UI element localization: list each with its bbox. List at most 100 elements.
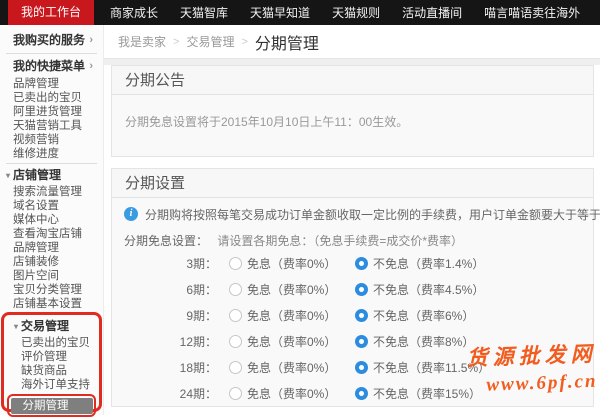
topnav-item[interactable]: 喵言喵语	[484, 4, 532, 21]
sidebar-item[interactable]: 品牌管理	[0, 241, 103, 255]
breadcrumb-trade-management[interactable]: 交易管理	[186, 33, 234, 50]
sidebar-item[interactable]: 天猫营销工具	[0, 119, 103, 133]
radio-option-label: 不免息（费率4.5%）	[373, 281, 484, 298]
topnav-item[interactable]: 天猫规则	[332, 4, 380, 21]
radio-option-label: 不免息（费率6%）	[373, 307, 474, 324]
radio-option-free-interest[interactable]: 免息（费率0%）	[229, 307, 351, 324]
sidebar-section-trade-management[interactable]: ▾交易管理	[4, 317, 99, 336]
settings-notice-row: i 分期购将按照每笔交易成功订单金额收取一定比例的手续费，用户订单金额要大于等于…	[112, 198, 593, 224]
radio-unselected-icon[interactable]	[229, 387, 242, 400]
sidebar-item[interactable]: 已卖出的宝贝	[0, 91, 103, 105]
sidebar-link-label: 我购买的服务	[13, 30, 85, 51]
radio-option-label: 不免息（费率1.4%）	[373, 255, 484, 272]
page-title: 分期管理	[255, 30, 319, 54]
collapse-icon: ▾	[6, 171, 10, 180]
radio-unselected-icon[interactable]	[229, 361, 242, 374]
sidebar-item[interactable]: 维修进度	[0, 147, 103, 161]
sidebar-item[interactable]: 店铺装修	[0, 255, 103, 269]
radio-option-label: 免息（费率0%）	[247, 255, 336, 272]
sidebar-item[interactable]: 海外订单支持	[4, 378, 99, 392]
settings-notice-text: 分期购将按照每笔交易成功订单金额收取一定比例的手续费，用户订单金额要大于等于60…	[145, 206, 600, 223]
watermark-line2: www.6pf.cn	[467, 371, 598, 398]
divider	[6, 163, 97, 164]
radio-selected-icon[interactable]	[355, 257, 368, 270]
radio-selected-icon[interactable]	[355, 283, 368, 296]
radio-option-free-interest[interactable]: 免息（费率0%）	[229, 385, 351, 402]
radio-option-paid-interest[interactable]: 不免息（费率6%）	[355, 307, 474, 324]
sidebar-item[interactable]: 店铺基本设置	[0, 297, 103, 311]
radio-selected-icon[interactable]	[355, 387, 368, 400]
radio-option-paid-interest[interactable]: 不免息（费率4.5%）	[355, 281, 484, 298]
sidebar-item[interactable]: 搜索流量管理	[0, 185, 103, 199]
sidebar-item[interactable]: 查看淘宝店铺	[0, 227, 103, 241]
section-title: 交易管理	[21, 319, 69, 333]
period-label: 24期：	[112, 385, 217, 402]
radio-selected-icon[interactable]	[355, 361, 368, 374]
radio-unselected-icon[interactable]	[229, 335, 242, 348]
collapse-icon: ▾	[14, 322, 18, 331]
trade-section-annotation-box: ▾交易管理 已卖出的宝贝 评价管理 缺货商品 海外订单支持 分期管理	[1, 312, 102, 412]
radio-option-paid-interest[interactable]: 不免息（费率15%）	[355, 385, 481, 402]
radio-selected-icon[interactable]	[355, 335, 368, 348]
top-navigation-bar: 我的工作台 商家成长 天猫智库 天猫早知道 天猫规则 活动直播间 喵言喵语 卖往…	[0, 0, 600, 25]
breadcrumb: 我是卖家 > 交易管理 > 分期管理	[104, 25, 600, 58]
radio-option-label: 免息（费率0%）	[247, 333, 336, 350]
radio-option-label: 免息（费率0%）	[247, 385, 336, 402]
radio-option-paid-interest[interactable]: 不免息（费率1.4%）	[355, 255, 484, 272]
announcement-body: 分期免息设置将于2015年10月10日上午11：00生效。	[112, 95, 593, 156]
sidebar-item[interactable]: 宝贝分类管理	[0, 283, 103, 297]
radio-unselected-icon[interactable]	[229, 309, 242, 322]
settings-title: 分期设置	[112, 169, 593, 198]
period-label: 9期：	[112, 307, 217, 324]
sidebar-item[interactable]: 品牌管理	[0, 77, 103, 91]
radio-option-free-interest[interactable]: 免息（费率0%）	[229, 359, 351, 376]
installment-row: 9期： 免息（费率0%） 不免息（费率6%）	[112, 302, 593, 328]
sidebar-item[interactable]: 阿里进货管理	[0, 105, 103, 119]
free-interest-setting-row: 分期免息设置： 请设置各期免息：（免息手续费=成交价*费率）	[112, 224, 593, 248]
announcement-title: 分期公告	[112, 66, 593, 95]
period-label: 12期：	[112, 333, 217, 350]
breadcrumb-seller-home[interactable]: 我是卖家	[118, 33, 166, 50]
form-hint: 请设置各期免息：（免息手续费=成交价*费率）	[217, 234, 463, 248]
sidebar-item[interactable]: 视频营销	[0, 133, 103, 147]
sidebar-item[interactable]: 缺货商品	[4, 364, 99, 378]
sidebar-item-purchased-services[interactable]: 我购买的服务 ›	[0, 30, 103, 51]
sidebar-section-shop-management[interactable]: ▾店铺管理	[0, 166, 103, 185]
radio-unselected-icon[interactable]	[229, 283, 242, 296]
trade-management-list: 已卖出的宝贝 评价管理 缺货商品 海外订单支持	[4, 336, 99, 392]
topnav-right-items: 卖往海外 商家支持▾ 账号设置	[532, 4, 600, 21]
topnav-item[interactable]: 天猫智库	[180, 4, 228, 21]
installment-row: 6期： 免息（费率0%） 不免息（费率4.5%）	[112, 276, 593, 302]
announcement-card: 分期公告 分期免息设置将于2015年10月10日上午11：00生效。	[111, 65, 594, 157]
radio-option-label: 免息（费率0%）	[247, 307, 336, 324]
topnav-items: 商家成长 天猫智库 天猫早知道 天猫规则 活动直播间 喵言喵语	[110, 4, 532, 21]
active-item-annotation-box: 分期管理	[7, 394, 96, 417]
workbench-button[interactable]: 我的工作台	[8, 0, 94, 25]
sidebar-item[interactable]: 域名设置	[0, 199, 103, 213]
period-label: 3期：	[112, 255, 217, 272]
sidebar-item[interactable]: 媒体中心	[0, 213, 103, 227]
radio-option-paid-interest[interactable]: 不免息（费率8%）	[355, 333, 474, 350]
breadcrumb-separator-icon: >	[173, 36, 179, 48]
watermark: 货源批发网 www.6pf.cn	[466, 338, 598, 398]
radio-option-free-interest[interactable]: 免息（费率0%）	[229, 333, 351, 350]
topnav-item[interactable]: 天猫早知道	[250, 4, 310, 21]
sidebar-item[interactable]: 图片空间	[0, 269, 103, 283]
quick-menu-list: 品牌管理 已卖出的宝贝 阿里进货管理 天猫营销工具 视频营销 维修进度	[0, 77, 103, 161]
topnav-right-item[interactable]: 卖往海外	[532, 4, 583, 21]
installment-row: 3期： 免息（费率0%） 不免息（费率1.4%）	[112, 250, 593, 276]
sidebar-item[interactable]: 评价管理	[4, 350, 99, 364]
radio-unselected-icon[interactable]	[229, 257, 242, 270]
radio-option-label: 免息（费率0%）	[247, 359, 336, 376]
sidebar-item[interactable]: 已卖出的宝贝	[4, 336, 99, 350]
form-label: 分期免息设置：	[124, 234, 208, 248]
sidebar-item-quick-menu[interactable]: 我的快捷菜单 ›	[0, 56, 103, 77]
radio-option-free-interest[interactable]: 免息（费率0%）	[229, 281, 351, 298]
sidebar-link-label: 我的快捷菜单	[13, 56, 85, 77]
radio-selected-icon[interactable]	[355, 309, 368, 322]
sidebar-item-installment-management[interactable]: 分期管理	[11, 398, 93, 414]
topnav-item[interactable]: 商家成长	[110, 4, 158, 21]
radio-option-free-interest[interactable]: 免息（费率0%）	[229, 255, 351, 272]
topnav-item[interactable]: 活动直播间	[402, 4, 462, 21]
divider	[6, 53, 97, 54]
